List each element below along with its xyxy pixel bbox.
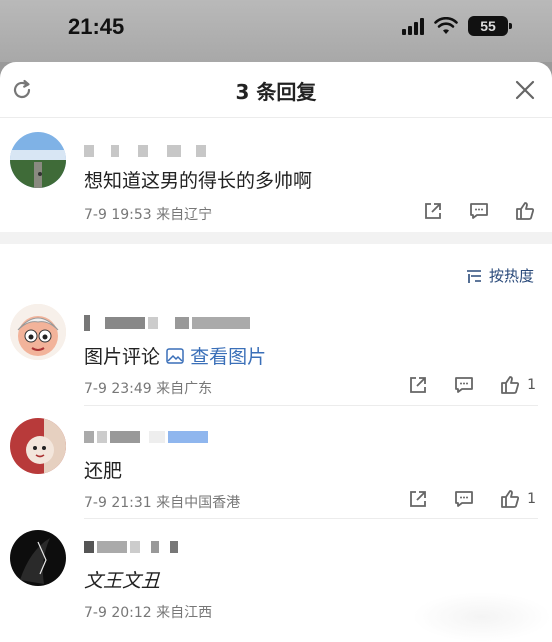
view-image-label: 查看图片 — [190, 346, 267, 368]
comment-body: 图片评论 — [84, 346, 161, 368]
signal-icon — [402, 17, 424, 35]
status-bar: 21:45 55 — [0, 0, 552, 62]
sort-label: 按热度 — [488, 267, 534, 285]
reply-button[interactable] — [468, 200, 490, 222]
username-redacted[interactable] — [84, 314, 250, 332]
username-redacted[interactable] — [84, 428, 208, 446]
like-count: 1 — [527, 377, 536, 393]
share-icon — [410, 377, 426, 393]
sort-button[interactable]: 按热度 — [465, 265, 534, 286]
comment-meta: 7-9 19:53 来自辽宁 — [84, 207, 213, 223]
replies-sheet: 3 条回复 想知道这男的得长的多帅啊 7-9 19:53 来自辽宁 按热度 图片… — [0, 62, 552, 642]
comment-text: 图片评论 查看图片 — [84, 342, 266, 369]
divider — [84, 518, 538, 519]
status-icons: 55 — [402, 16, 512, 36]
username-redacted[interactable] — [84, 142, 206, 160]
like-button[interactable]: 1 — [499, 488, 536, 510]
thumbs-up-icon — [501, 490, 520, 508]
comment-text: 文王文丑 — [84, 570, 161, 592]
thumbs-up-icon — [516, 202, 535, 220]
root-comment: 想知道这男的得长的多帅啊 7-9 19:53 来自辽宁 — [0, 118, 552, 232]
close-icon[interactable] — [514, 79, 536, 101]
comment-icon — [470, 203, 488, 219]
reply-item: 图片评论 查看图片 7-9 23:49 来自广东 1 — [0, 298, 552, 408]
comment-meta: 7-9 21:31 来自中国香港 — [84, 495, 241, 511]
comment-actions: 1 — [407, 488, 536, 510]
reply-button[interactable] — [453, 374, 475, 396]
username-redacted[interactable] — [84, 538, 178, 556]
avatar[interactable] — [10, 530, 66, 586]
share-button[interactable] — [407, 374, 429, 396]
comment-meta: 7-9 23:49 来自广东 — [84, 381, 213, 397]
share-button[interactable] — [407, 488, 429, 510]
avatar[interactable] — [10, 132, 66, 188]
reply-button[interactable] — [453, 488, 475, 510]
avatar[interactable] — [10, 418, 66, 474]
avatar[interactable] — [10, 304, 66, 360]
comment-meta: 7-9 20:12 来自江西 — [84, 605, 213, 621]
reply-item: 文王文丑 7-9 20:12 来自江西 — [0, 526, 552, 642]
like-count: 1 — [527, 491, 536, 507]
share-icon — [425, 203, 441, 219]
image-icon — [166, 348, 184, 364]
wifi-icon — [434, 17, 458, 34]
divider — [84, 405, 538, 406]
comment-icon — [455, 491, 473, 507]
reply-item: 还肥 7-9 21:31 来自中国香港 1 — [0, 412, 552, 522]
like-button[interactable]: 1 — [499, 374, 536, 396]
sort-icon — [466, 269, 481, 283]
comment-icon — [455, 377, 473, 393]
battery-icon: 55 — [468, 16, 512, 36]
section-divider — [0, 232, 552, 244]
comment-actions — [422, 200, 536, 222]
sheet-header: 3 条回复 — [0, 62, 552, 118]
share-button[interactable] — [422, 200, 444, 222]
comment-text: 想知道这男的得长的多帅啊 — [84, 170, 313, 192]
status-time: 21:45 — [68, 14, 125, 39]
like-button[interactable] — [514, 200, 536, 222]
comment-text: 还肥 — [84, 460, 123, 482]
blurred-overlay — [412, 592, 552, 642]
comment-actions: 1 — [407, 374, 536, 396]
share-icon — [410, 491, 426, 507]
view-image-link[interactable]: 查看图片 — [166, 346, 266, 368]
page-title: 3 条回复 — [235, 80, 317, 104]
thumbs-up-icon — [501, 376, 520, 394]
